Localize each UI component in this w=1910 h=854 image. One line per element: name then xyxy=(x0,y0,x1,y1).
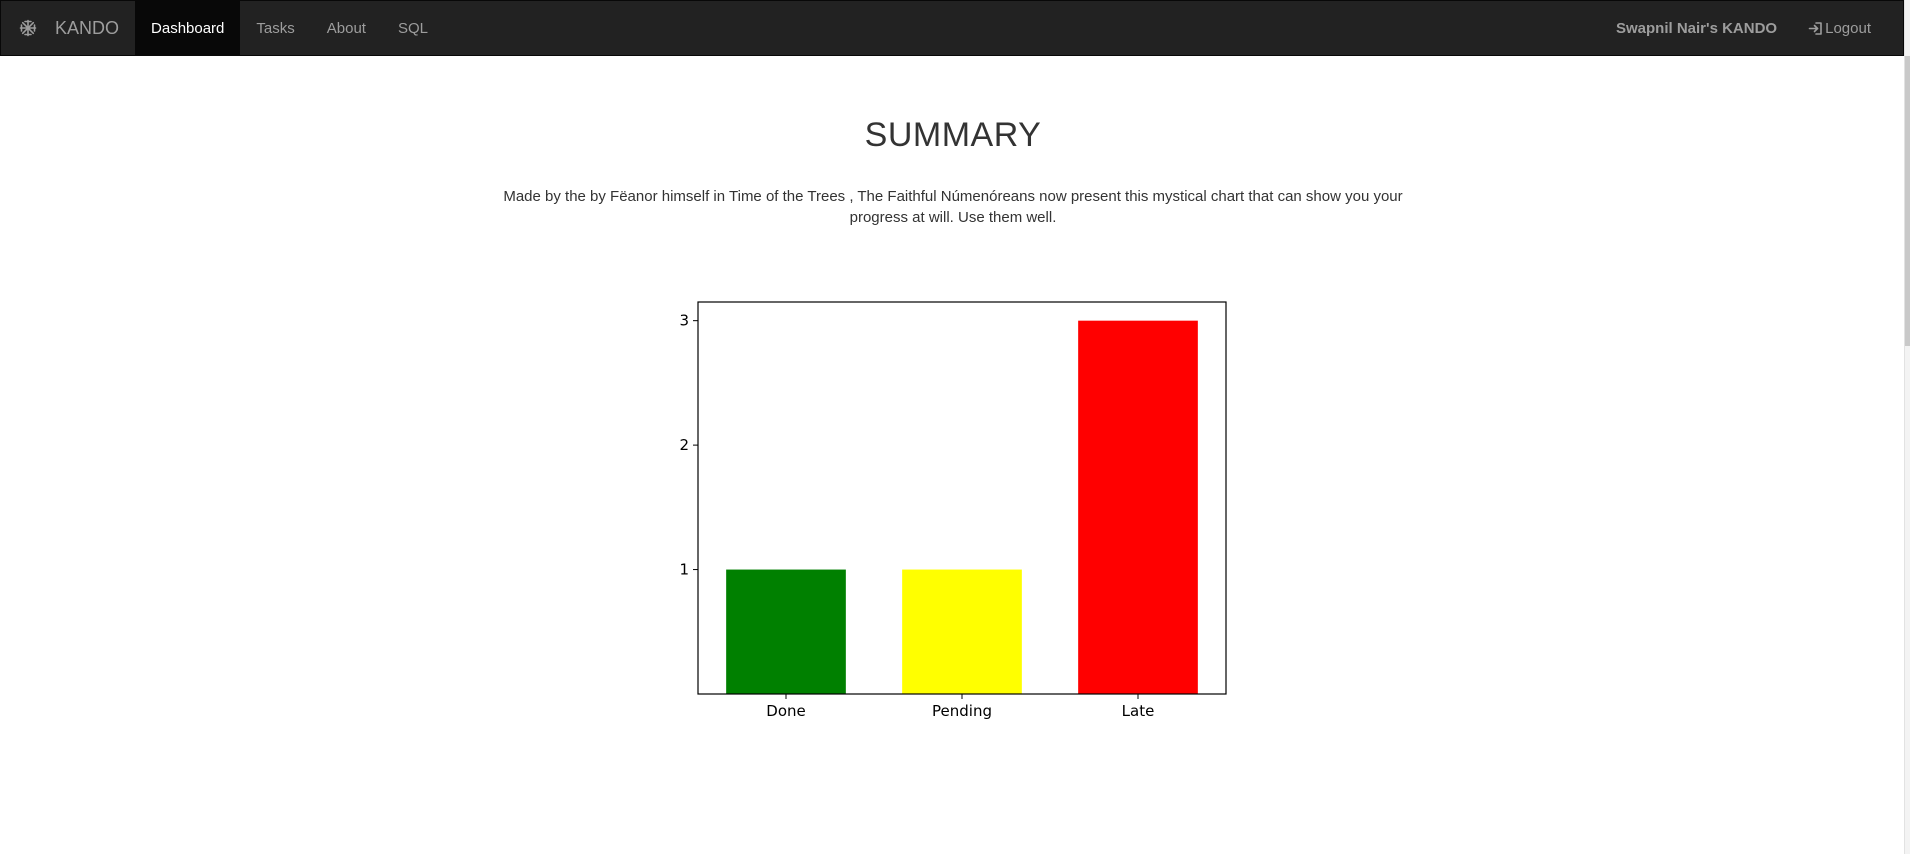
x-tick-label: Pending xyxy=(932,702,992,720)
nav-item-sql[interactable]: SQL xyxy=(382,1,444,55)
chart-bar-pending xyxy=(902,569,1022,694)
chart-svg: Done Pending Late 1 2 3 xyxy=(679,301,1227,720)
nav-item-label: SQL xyxy=(397,19,428,37)
x-tick-label: Done xyxy=(766,702,805,720)
brand-link[interactable]: KANDO xyxy=(1,1,135,55)
scrollbar-thumb[interactable] xyxy=(1905,56,1910,346)
nav-item-label: Tasks xyxy=(256,19,295,37)
y-tick-label: 1 xyxy=(679,561,689,579)
asterisk-snowflake-icon xyxy=(19,19,37,37)
summary-bar-chart: Done Pending Late 1 2 3 xyxy=(640,290,1240,730)
brand-label: KANDO xyxy=(55,17,120,38)
logout-link[interactable]: Logout xyxy=(1793,1,1903,55)
x-tick-label: Late xyxy=(1122,702,1155,720)
nav-item-about[interactable]: About xyxy=(311,1,382,55)
logout-label: Logout xyxy=(1825,19,1871,37)
page-title: SUMMARY xyxy=(864,116,1042,154)
user-kando-label: Swapnil Nair's KANDO xyxy=(1616,19,1778,37)
summary-description: Made by the by Fëanor himself in Time of… xyxy=(503,188,1403,226)
nav-item-label: About xyxy=(326,19,366,37)
nav-item-label: Dashboard xyxy=(151,19,225,37)
nav-item-tasks[interactable]: Tasks xyxy=(240,1,310,55)
page: KANDO Dashboard Tasks About SQL Swapnil … xyxy=(0,0,1904,854)
top-navbar: KANDO Dashboard Tasks About SQL Swapnil … xyxy=(0,0,1904,56)
vertical-scrollbar[interactable] xyxy=(1904,0,1910,854)
navbar-right: Swapnil Nair's KANDO Logout xyxy=(1600,1,1903,55)
chart-bar-done xyxy=(726,569,846,694)
chart-bar-late xyxy=(1078,320,1198,694)
y-tick-label: 3 xyxy=(679,312,689,330)
nav-item-dashboard[interactable]: Dashboard xyxy=(135,1,241,55)
log-in-arrow-icon xyxy=(1808,21,1823,36)
y-tick-label: 2 xyxy=(679,436,689,454)
